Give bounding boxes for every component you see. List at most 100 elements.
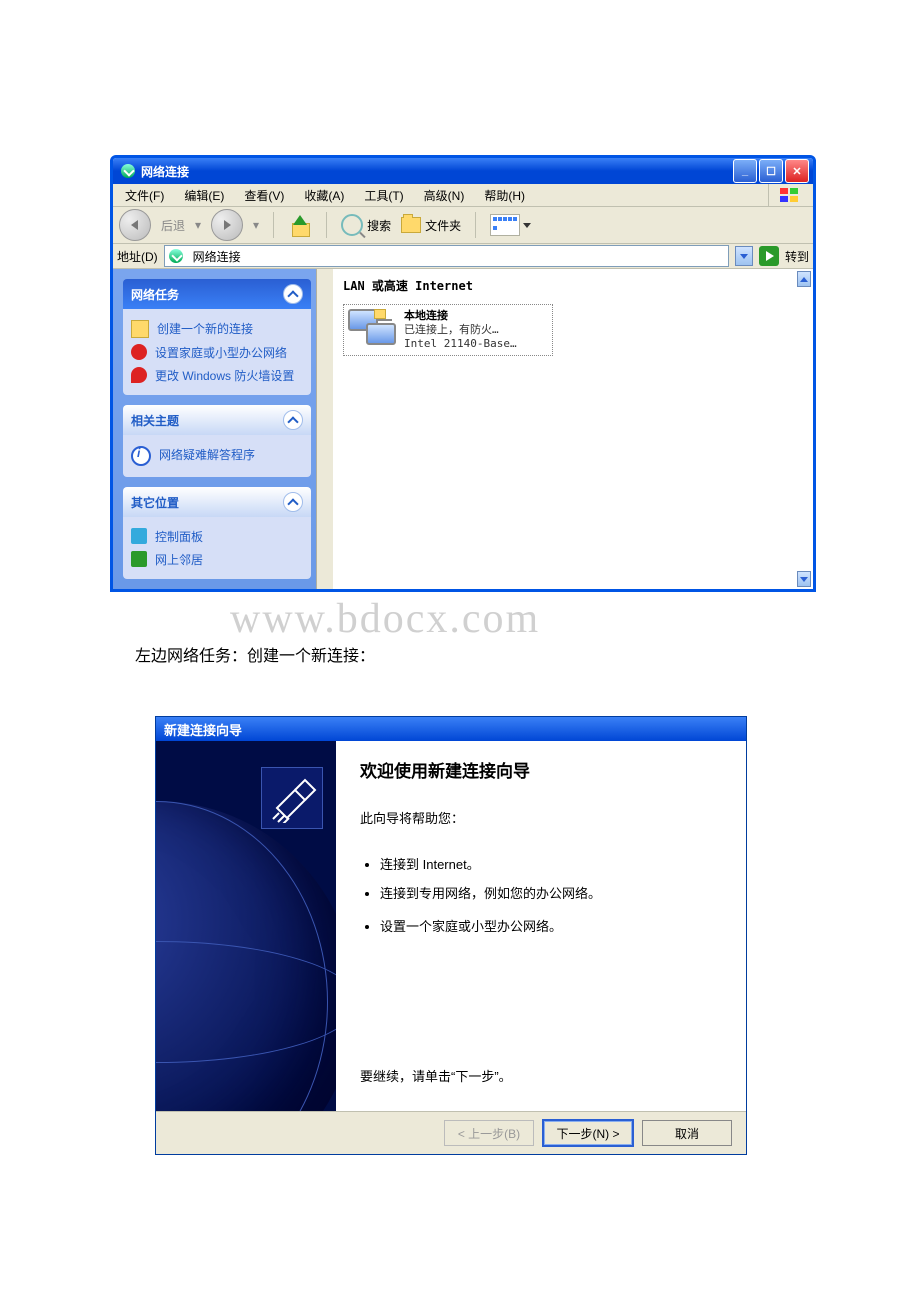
task-setup-home-network[interactable]: 设置家庭或小型办公网络 bbox=[131, 341, 303, 364]
menu-view[interactable]: 查看(V) bbox=[236, 185, 292, 206]
titlebar: 网络连接 _ ☐ ✕ bbox=[113, 158, 813, 184]
document-caption: 左边网络任务：创建一个新连接： bbox=[135, 642, 920, 666]
connection-icon bbox=[348, 309, 394, 349]
menu-file[interactable]: 文件(F) bbox=[117, 185, 172, 206]
back-dropdown[interactable]: ▾ bbox=[195, 218, 201, 232]
toolbar: 后退 ▾ ▾ 搜索 文件夹 bbox=[113, 207, 813, 244]
watermark-text: www.bdocx.com bbox=[230, 595, 540, 643]
up-button[interactable] bbox=[288, 213, 312, 237]
task-label: 设置家庭或小型办公网络 bbox=[155, 344, 287, 361]
menu-bar: 文件(F) 编辑(E) 查看(V) 收藏(A) 工具(T) 高级(N) 帮助(H… bbox=[113, 184, 813, 207]
minimize-button[interactable]: _ bbox=[733, 159, 757, 183]
network-tasks-header[interactable]: 网络任务 bbox=[123, 279, 311, 309]
scroll-down-button[interactable] bbox=[317, 571, 331, 587]
network-connections-window: 网络连接 _ ☐ ✕ 文件(F) 编辑(E) 查看(V) 收藏(A) 工具(T)… bbox=[110, 155, 816, 592]
task-label: 更改 Windows 防火墙设置 bbox=[155, 367, 294, 384]
address-label: 地址(D) bbox=[117, 248, 158, 265]
menu-advanced[interactable]: 高级(N) bbox=[416, 185, 473, 206]
go-button[interactable] bbox=[759, 246, 779, 266]
back-label: 后退 bbox=[161, 217, 185, 234]
link-label: 网络疑难解答程序 bbox=[159, 446, 255, 463]
chevron-up-icon bbox=[283, 410, 303, 430]
forward-button[interactable] bbox=[211, 209, 243, 241]
chevron-up-icon bbox=[283, 284, 303, 304]
connection-device: Intel 21140-Base… bbox=[404, 337, 517, 351]
wizard-bullet-homenet: 设置一个家庭或小型办公网络。 bbox=[380, 916, 722, 935]
wizard-bullet-private: 连接到专用网络，例如您的办公网络。 bbox=[380, 883, 722, 902]
toolbar-separator bbox=[326, 212, 327, 238]
folders-label: 文件夹 bbox=[425, 217, 461, 234]
wizard-sidebar bbox=[156, 741, 336, 1111]
go-label: 转到 bbox=[785, 248, 809, 265]
connection-title: 本地连接 bbox=[404, 309, 517, 323]
wizard-content: 欢迎使用新建连接向导 此向导将帮助您： 连接到 Internet。 连接到专用网… bbox=[336, 741, 746, 1111]
link-network-places[interactable]: 网上邻居 bbox=[131, 548, 303, 571]
local-area-connection[interactable]: 本地连接 已连接上，有防火… Intel 21140-Base… bbox=[343, 304, 553, 356]
back-button[interactable] bbox=[119, 209, 151, 241]
back-button: < 上一步(B) bbox=[444, 1120, 534, 1146]
task-create-connection[interactable]: 创建一个新的连接 bbox=[131, 317, 303, 341]
search-label: 搜索 bbox=[367, 217, 391, 234]
task-change-firewall[interactable]: 更改 Windows 防火墙设置 bbox=[131, 364, 303, 387]
related-topics-header[interactable]: 相关主题 bbox=[123, 405, 311, 435]
link-troubleshooter[interactable]: 网络疑难解答程序 bbox=[131, 443, 303, 469]
link-label: 网上邻居 bbox=[155, 551, 203, 568]
scroll-down-button[interactable] bbox=[797, 571, 811, 587]
globe-graphic bbox=[156, 801, 336, 1111]
address-dropdown[interactable] bbox=[735, 246, 753, 266]
network-icon bbox=[169, 249, 183, 263]
connector-icon bbox=[261, 767, 323, 829]
views-icon bbox=[490, 214, 520, 236]
info-icon bbox=[131, 446, 151, 466]
search-button[interactable]: 搜索 bbox=[341, 214, 391, 236]
network-tasks-title: 网络任务 bbox=[131, 286, 179, 303]
network-places-icon bbox=[131, 551, 147, 567]
scroll-up-button[interactable] bbox=[797, 271, 811, 287]
home-network-icon bbox=[131, 344, 147, 360]
related-topics-title: 相关主题 bbox=[131, 412, 179, 429]
chevron-down-icon bbox=[523, 223, 531, 228]
other-places-header[interactable]: 其它位置 bbox=[123, 487, 311, 517]
menu-edit[interactable]: 编辑(E) bbox=[176, 185, 232, 206]
views-button[interactable] bbox=[490, 214, 531, 236]
menu-favorites[interactable]: 收藏(A) bbox=[296, 185, 352, 206]
connection-status: 已连接上，有防火… bbox=[404, 323, 517, 337]
network-icon bbox=[121, 164, 135, 178]
maximize-button[interactable]: ☐ bbox=[759, 159, 783, 183]
wizard-title: 新建连接向导 bbox=[164, 720, 242, 739]
tasks-panel: 网络任务 创建一个新的连接 设置家庭或小型办公网络 bbox=[113, 269, 333, 589]
cancel-button[interactable]: 取消 bbox=[642, 1120, 732, 1146]
wizard-bullet-internet: 连接到 Internet。 bbox=[380, 854, 722, 873]
toolbar-separator bbox=[273, 212, 274, 238]
wizard-continue-text: 要继续，请单击“下一步”。 bbox=[360, 1066, 722, 1085]
folders-button[interactable]: 文件夹 bbox=[401, 217, 461, 234]
control-panel-icon bbox=[131, 528, 147, 544]
wizard-button-bar: < 上一步(B) 下一步(N) > 取消 bbox=[156, 1111, 746, 1154]
new-connection-icon bbox=[131, 320, 149, 338]
next-button[interactable]: 下一步(N) > bbox=[542, 1119, 634, 1147]
scrollbar-thumb[interactable] bbox=[317, 289, 331, 351]
search-icon bbox=[341, 214, 363, 236]
address-bar: 地址(D) 网络连接 转到 bbox=[113, 244, 813, 269]
menu-tools[interactable]: 工具(T) bbox=[356, 185, 411, 206]
link-label: 控制面板 bbox=[155, 528, 203, 545]
task-label: 创建一个新的连接 bbox=[157, 320, 253, 337]
address-field[interactable]: 网络连接 bbox=[164, 245, 729, 267]
wizard-heading: 欢迎使用新建连接向导 bbox=[360, 757, 722, 782]
wizard-intro: 此向导将帮助您： bbox=[360, 808, 722, 827]
window-title: 网络连接 bbox=[141, 163, 189, 180]
menu-help[interactable]: 帮助(H) bbox=[476, 185, 533, 206]
wizard-titlebar: 新建连接向导 bbox=[156, 717, 746, 741]
forward-dropdown[interactable]: ▾ bbox=[253, 218, 259, 232]
close-button[interactable]: ✕ bbox=[785, 159, 809, 183]
connections-view: LAN 或高速 Internet 本地连接 已连接上，有防火… Intel 21… bbox=[333, 269, 813, 589]
toolbar-separator bbox=[475, 212, 476, 238]
address-value: 网络连接 bbox=[193, 248, 241, 265]
firewall-icon bbox=[131, 367, 147, 383]
scroll-up-button[interactable] bbox=[317, 271, 331, 287]
category-header: LAN 或高速 Internet bbox=[343, 277, 803, 294]
link-control-panel[interactable]: 控制面板 bbox=[131, 525, 303, 548]
folder-icon bbox=[401, 217, 421, 233]
other-places-title: 其它位置 bbox=[131, 494, 179, 511]
windows-flag-icon bbox=[768, 184, 809, 206]
